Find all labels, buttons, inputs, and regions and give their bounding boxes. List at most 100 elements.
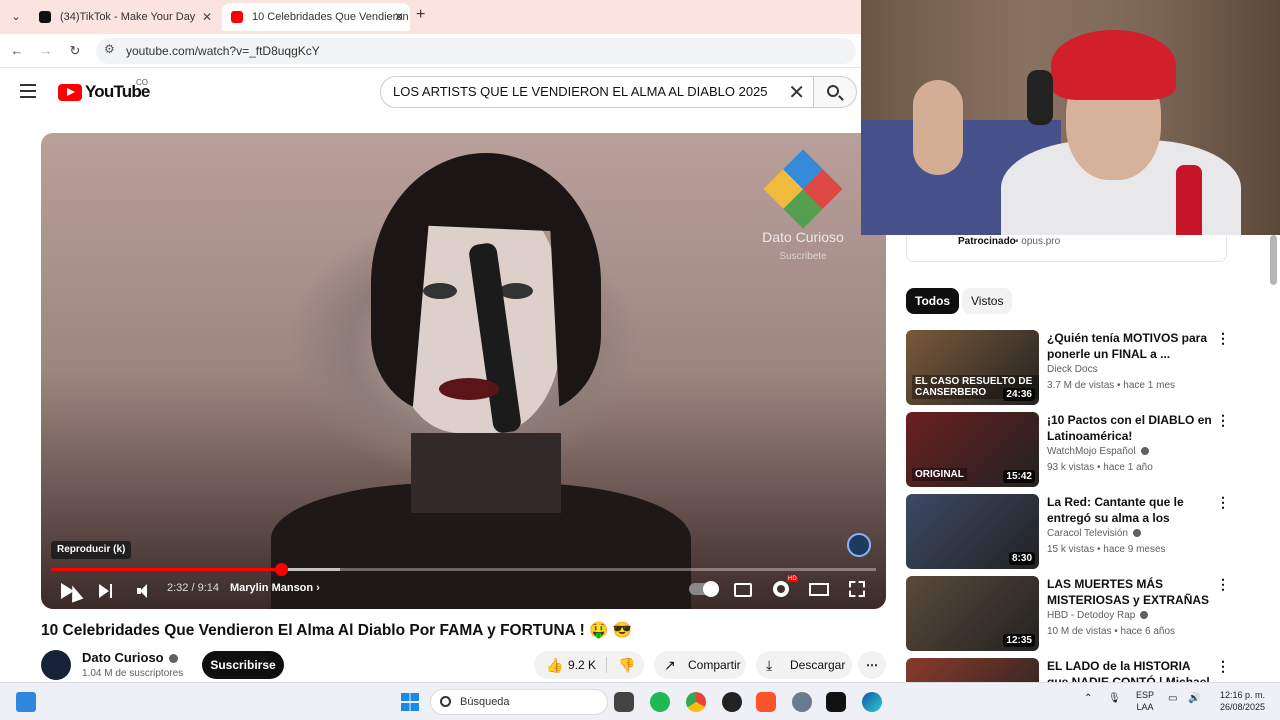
tiktok-app-icon[interactable]	[826, 692, 846, 712]
channel-name[interactable]: Dato Curioso	[82, 650, 178, 665]
verified-check-icon	[168, 654, 178, 664]
settings-app-icon[interactable]	[792, 692, 812, 712]
recommendation-item[interactable]: EL LADO de la HISTORIA que NADIE CONTÓ |…	[906, 658, 1236, 682]
chapter-title[interactable]: Marylin Manson ›	[230, 582, 320, 594]
more-options-icon[interactable]: ⋮	[1216, 412, 1230, 429]
tab-youtube[interactable]: 10 Celebridades Que Vendieron ✕	[222, 3, 410, 31]
back-arrow-icon[interactable]: ←	[8, 42, 26, 60]
tab-label: (34)TikTok - Make Your Day	[60, 11, 196, 23]
brave-icon[interactable]	[756, 692, 776, 712]
obs-icon[interactable]	[722, 692, 742, 712]
more-options-icon[interactable]: ⋮	[1216, 330, 1230, 347]
search-button[interactable]	[813, 76, 857, 108]
more-actions-button[interactable]: ⋯	[858, 651, 886, 679]
recommendation-title[interactable]: LAS MUERTES MÁS MISTERIOSAS y EXTRAÑAS D…	[1047, 576, 1212, 608]
chrome-icon[interactable]	[686, 692, 706, 712]
recommendation-item[interactable]: 8:30 La Red: Cantante que le entregó su a…	[906, 494, 1236, 570]
like-dislike-group: 👍 9.2 K 👎	[534, 651, 644, 679]
time-display: 2:32 / 9:14	[167, 582, 219, 594]
close-tab-icon[interactable]: ✕	[202, 3, 212, 31]
channel-branding-badge[interactable]	[847, 533, 871, 557]
recommendation-channel-text: WatchMojo Español	[1047, 446, 1136, 457]
dislike-thumb-icon[interactable]: 👎	[618, 651, 635, 679]
share-button[interactable]: ↗ Compartir	[654, 651, 746, 679]
recommendation-title[interactable]: EL LADO de la HISTORIA que NADIE CONTÓ |…	[1047, 658, 1212, 682]
edge-icon[interactable]	[862, 692, 882, 712]
settings-gear-icon[interactable]	[773, 581, 789, 597]
like-thumb-icon[interactable]: 👍	[546, 651, 563, 679]
subscriber-count: 1.04 M de suscriptores	[82, 668, 184, 679]
search-icon	[440, 696, 451, 707]
subtitles-icon[interactable]	[734, 583, 752, 597]
video-thumbnail[interactable]: 12:35	[906, 576, 1039, 651]
autoplay-toggle[interactable]	[689, 581, 719, 597]
chip-todos[interactable]: Todos	[906, 288, 960, 314]
recommendation-channel[interactable]: WatchMojo Español	[1047, 446, 1149, 457]
recommendation-item[interactable]: ORIGINAL 15:42 ¡10 Pactos con el DIABLO en…	[906, 412, 1236, 488]
more-options-icon[interactable]: ⋮	[1216, 576, 1230, 593]
tiktok-favicon-icon	[39, 11, 51, 23]
channel-avatar[interactable]	[41, 650, 71, 680]
menu-hamburger-icon[interactable]	[20, 84, 36, 98]
recommendation-item[interactable]: EL CASO RESUELTO DE CANSERBERO 24:36 ¿Quié…	[906, 330, 1236, 406]
like-count[interactable]: 9.2 K	[568, 651, 596, 679]
tray-chevron-icon[interactable]: ⌃	[1084, 693, 1092, 704]
taskbar-search-input[interactable]: Búsqueda	[430, 689, 608, 715]
network-icon[interactable]: ▭	[1168, 693, 1177, 704]
microphone-icon[interactable]: 🎙	[1108, 693, 1121, 704]
progress-bar[interactable]	[51, 563, 876, 576]
download-label: Descargar	[790, 658, 846, 672]
volume-icon[interactable]	[137, 584, 151, 598]
clear-search-icon[interactable]: ✕	[788, 80, 805, 105]
played-bar	[51, 568, 282, 571]
site-info-icon[interactable]: ⚙	[104, 42, 115, 56]
windows-start-icon[interactable]	[401, 693, 419, 711]
recommendation-title[interactable]: La Red: Cantante que le entregó su alma …	[1047, 494, 1212, 526]
recommendation-channel[interactable]: Dieck Docs	[1047, 364, 1098, 375]
file-explorer-icon[interactable]	[614, 692, 634, 712]
video-thumbnail[interactable]: ORIGINAL 15:42	[906, 412, 1039, 487]
more-options-icon[interactable]: ⋮	[1216, 658, 1230, 675]
video-thumbnail[interactable]: EL CASO RESUELTO DE CANSERBERO 24:36	[906, 330, 1039, 405]
recommendation-item[interactable]: 12:35 LAS MUERTES MÁS MISTERIOSAS y EXTRA…	[906, 576, 1236, 652]
thumbnail-text: ORIGINAL	[912, 468, 967, 481]
watermark-subscribe: Suscribete	[779, 251, 827, 262]
recommendation-title[interactable]: ¿Quién tenía MOTIVOS para ponerle un FIN…	[1047, 330, 1212, 362]
video-thumbnail[interactable]: 8:30	[906, 494, 1039, 569]
close-tab-icon[interactable]: ✕	[394, 3, 404, 31]
download-button[interactable]: ⤓ Descargar	[756, 651, 852, 679]
forward-arrow-icon[interactable]: →	[37, 42, 55, 60]
recommendation-channel-text: HBD - Detodoy Rap	[1047, 610, 1136, 621]
recommendation-title[interactable]: ¡10 Pactos con el DIABLO en Latinoaméric…	[1047, 412, 1212, 444]
url-field[interactable]: ⚙ youtube.com/watch?v=_ftD8uqgKcY	[96, 38, 856, 64]
search-input[interactable]: LOS ARTISTS QUE LE VENDIERON EL ALMA AL …	[380, 76, 814, 108]
duration-badge: 8:30	[1008, 552, 1035, 565]
youtube-play-logo-icon	[58, 84, 82, 101]
subscribe-button[interactable]: Suscribirse	[202, 651, 284, 679]
clock-date: 26/08/2025	[1219, 702, 1265, 712]
fullscreen-icon[interactable]	[849, 581, 865, 597]
chip-vistos[interactable]: Vistos	[962, 288, 1013, 314]
video-player[interactable]: Dato Curioso Suscribete Reproducir (k) 2…	[41, 133, 886, 609]
page-scrollbar[interactable]	[1270, 235, 1277, 285]
next-button[interactable]	[99, 584, 113, 598]
taskbar-clock[interactable]: 12:16 p. m. 26/08/2025	[1210, 689, 1265, 713]
tab-label: 10 Celebridades Que Vendieron	[252, 11, 409, 23]
spotify-icon[interactable]	[650, 692, 670, 712]
new-tab-plus-icon[interactable]: +	[416, 6, 425, 24]
reload-icon[interactable]: ↻	[66, 42, 84, 60]
theater-mode-icon[interactable]	[809, 583, 829, 596]
lang-layout: LAA	[1136, 702, 1154, 712]
more-options-icon[interactable]: ⋮	[1216, 494, 1230, 511]
taskbar-search-placeholder: Búsqueda	[460, 696, 510, 708]
recommendation-channel[interactable]: Caracol Televisión	[1047, 528, 1141, 539]
video-thumbnail[interactable]	[906, 658, 1039, 682]
recommendation-channel[interactable]: HBD - Detodoy Rap	[1047, 610, 1149, 621]
speaker-icon[interactable]: 🔊	[1188, 693, 1200, 704]
watermark-logo-icon	[763, 149, 843, 229]
tab-list-chevron-icon[interactable]: ⌄	[6, 7, 26, 27]
widgets-icon[interactable]	[16, 692, 36, 712]
tab-tiktok[interactable]: (34)TikTok - Make Your Day ✕	[30, 3, 218, 31]
language-indicator[interactable]: ESP LAA	[1136, 689, 1154, 713]
search-icon	[827, 85, 839, 97]
